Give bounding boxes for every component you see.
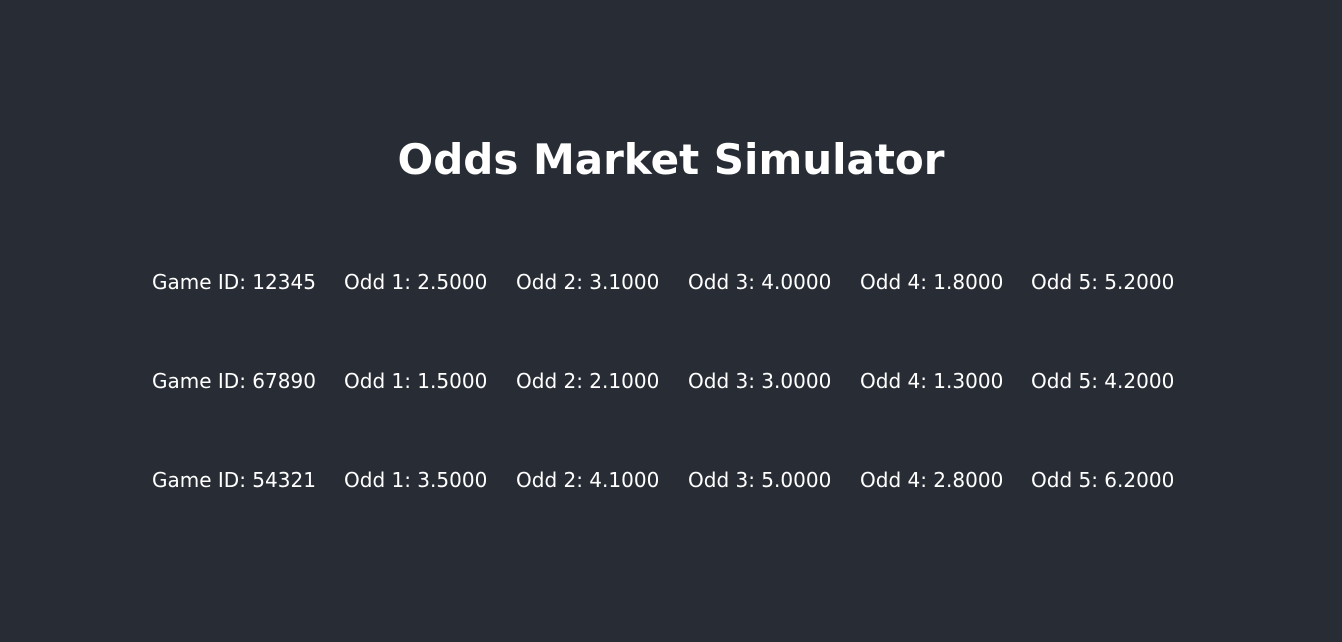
game-id: Game ID: 12345 — [152, 270, 316, 294]
game-row: Game ID: 54321 Odd 1: 3.5000 Odd 2: 4.10… — [0, 460, 1342, 500]
odd-value: Odd 2: 2.1000 — [516, 369, 660, 393]
odd-value: Odd 4: 1.3000 — [860, 369, 1004, 393]
odd-value: Odd 4: 2.8000 — [860, 468, 1004, 492]
game-row: Game ID: 12345 Odd 1: 2.5000 Odd 2: 3.10… — [0, 262, 1342, 302]
odd-value: Odd 5: 5.2000 — [1031, 270, 1175, 294]
app-container: Odds Market Simulator Game ID: 12345 Odd… — [0, 0, 1342, 642]
odd-value: Odd 1: 2.5000 — [344, 270, 488, 294]
odd-value: Odd 4: 1.8000 — [860, 270, 1004, 294]
page-title: Odds Market Simulator — [397, 135, 945, 184]
game-id: Game ID: 54321 — [152, 468, 316, 492]
odd-value: Odd 5: 6.2000 — [1031, 468, 1175, 492]
odd-value: Odd 2: 3.1000 — [516, 270, 660, 294]
games-list: Game ID: 12345 Odd 1: 2.5000 Odd 2: 3.10… — [0, 262, 1342, 559]
odd-value: Odd 5: 4.2000 — [1031, 369, 1175, 393]
odd-value: Odd 3: 5.0000 — [688, 468, 832, 492]
odd-value: Odd 1: 3.5000 — [344, 468, 488, 492]
game-id: Game ID: 67890 — [152, 369, 316, 393]
odd-value: Odd 3: 4.0000 — [688, 270, 832, 294]
game-row: Game ID: 67890 Odd 1: 1.5000 Odd 2: 2.10… — [0, 361, 1342, 401]
odd-value: Odd 3: 3.0000 — [688, 369, 832, 393]
odd-value: Odd 1: 1.5000 — [344, 369, 488, 393]
odd-value: Odd 2: 4.1000 — [516, 468, 660, 492]
